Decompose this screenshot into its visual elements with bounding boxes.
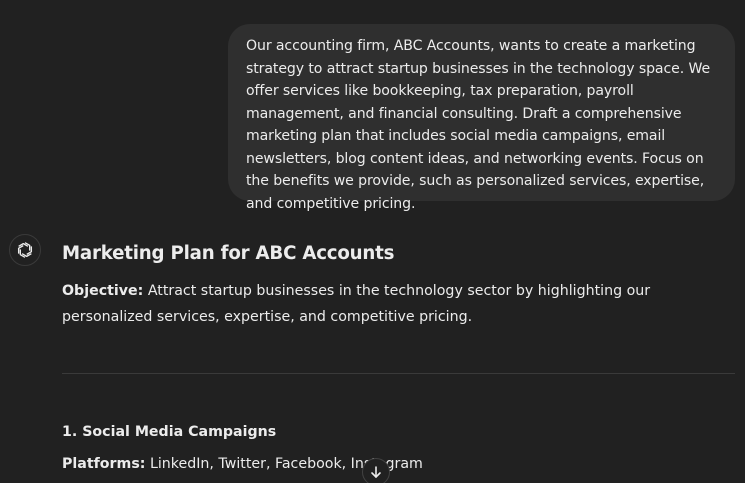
arrow-down-icon <box>371 466 381 478</box>
user-message-bubble: Our accounting firm, ABC Accounts, wants… <box>228 24 735 212</box>
objective-paragraph: Objective: Attract startup businesses in… <box>62 278 702 330</box>
scroll-to-bottom-button[interactable] <box>362 458 390 483</box>
assistant-avatar <box>9 234 41 266</box>
user-message-text: Our accounting firm, ABC Accounts, wants… <box>246 38 711 212</box>
response-title: Marketing Plan for ABC Accounts <box>62 243 395 264</box>
section-heading-social-media: 1. Social Media Campaigns <box>62 424 277 440</box>
objective-label: Objective: <box>62 283 144 299</box>
chat-page: Our accounting firm, ABC Accounts, wants… <box>0 0 745 483</box>
assistant-response: Marketing Plan for ABC Accounts Objectiv… <box>62 240 742 330</box>
platforms-label: Platforms: <box>62 456 146 472</box>
openai-logo-icon <box>17 242 33 258</box>
section-divider <box>62 373 735 374</box>
objective-text: Attract startup businesses in the techno… <box>62 283 651 325</box>
